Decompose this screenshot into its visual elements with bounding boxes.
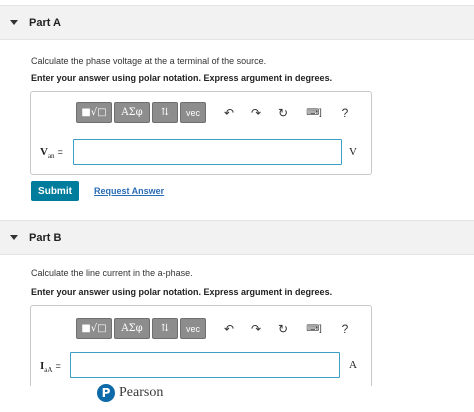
reset-icon[interactable]: ↻: [272, 319, 294, 338]
part-b-question: Calculate the line current in the a-phas…: [31, 268, 193, 278]
pearson-logo: P Pearson: [97, 384, 163, 402]
part-a-variable-label: Van =: [40, 146, 63, 160]
pearson-wordmark: Pearson: [119, 385, 164, 400]
keyboard-icon[interactable]: ⌨]: [299, 319, 329, 338]
help-icon[interactable]: ?: [334, 103, 356, 122]
redo-icon[interactable]: ↷: [245, 103, 267, 122]
templates-button[interactable]: ■√□: [76, 318, 112, 339]
subscript-button[interactable]: ⇅: [152, 102, 178, 123]
templates-button[interactable]: ■√□: [76, 102, 112, 123]
redo-icon[interactable]: ↷: [245, 319, 267, 338]
part-a-title: Part A: [29, 16, 61, 29]
part-b-header[interactable]: Part B: [0, 220, 474, 255]
pearson-logo-mark: P: [97, 384, 115, 402]
greek-symbols-button[interactable]: ΑΣφ: [114, 102, 150, 123]
subscript-button[interactable]: ⇅: [152, 318, 178, 339]
caret-down-icon: [10, 20, 18, 25]
part-b-answer-box: ■√□ ΑΣφ ⇅ vec ↶ ↷ ↻ ⌨] ? IaA = A: [30, 305, 372, 386]
caret-down-icon: [10, 235, 18, 240]
variable-subscript: an: [47, 152, 55, 161]
request-answer-link[interactable]: Request Answer: [94, 186, 164, 196]
vector-button[interactable]: vec: [180, 102, 206, 123]
equals-sign: =: [55, 361, 61, 371]
math-toolbar: ■√□ ΑΣφ ⇅ vec ↶ ↷ ↻ ⌨] ?: [76, 102, 356, 123]
part-a-answer-box: ■√□ ΑΣφ ⇅ vec ↶ ↷ ↻ ⌨] ? Van = V: [30, 91, 372, 175]
variable-subscript: aA: [44, 366, 53, 375]
part-a-unit: V: [349, 146, 357, 158]
variable-main: V: [40, 146, 48, 158]
math-toolbar: ■√□ ΑΣφ ⇅ vec ↶ ↷ ↻ ⌨] ?: [76, 318, 356, 339]
greek-symbols-button[interactable]: ΑΣφ: [114, 318, 150, 339]
part-b-title: Part B: [29, 231, 62, 244]
reset-icon[interactable]: ↻: [272, 103, 294, 122]
part-a-question: Calculate the phase voltage at the a ter…: [31, 56, 267, 66]
part-b-instruction: Enter your answer using polar notation. …: [31, 287, 333, 297]
help-icon[interactable]: ?: [334, 319, 356, 338]
undo-icon[interactable]: ↶: [218, 319, 240, 338]
equals-sign: =: [57, 147, 63, 157]
part-a-instruction: Enter your answer using polar notation. …: [31, 73, 333, 83]
part-a-answer-input[interactable]: [73, 139, 342, 165]
submit-button[interactable]: Submit: [31, 181, 79, 201]
part-b-answer-input[interactable]: [70, 352, 340, 378]
part-a-header[interactable]: Part A: [0, 5, 474, 40]
vector-button[interactable]: vec: [180, 318, 206, 339]
undo-icon[interactable]: ↶: [218, 103, 240, 122]
part-b-unit: A: [349, 359, 357, 371]
keyboard-icon[interactable]: ⌨]: [299, 103, 329, 122]
part-b-variable-label: IaA =: [40, 360, 61, 374]
